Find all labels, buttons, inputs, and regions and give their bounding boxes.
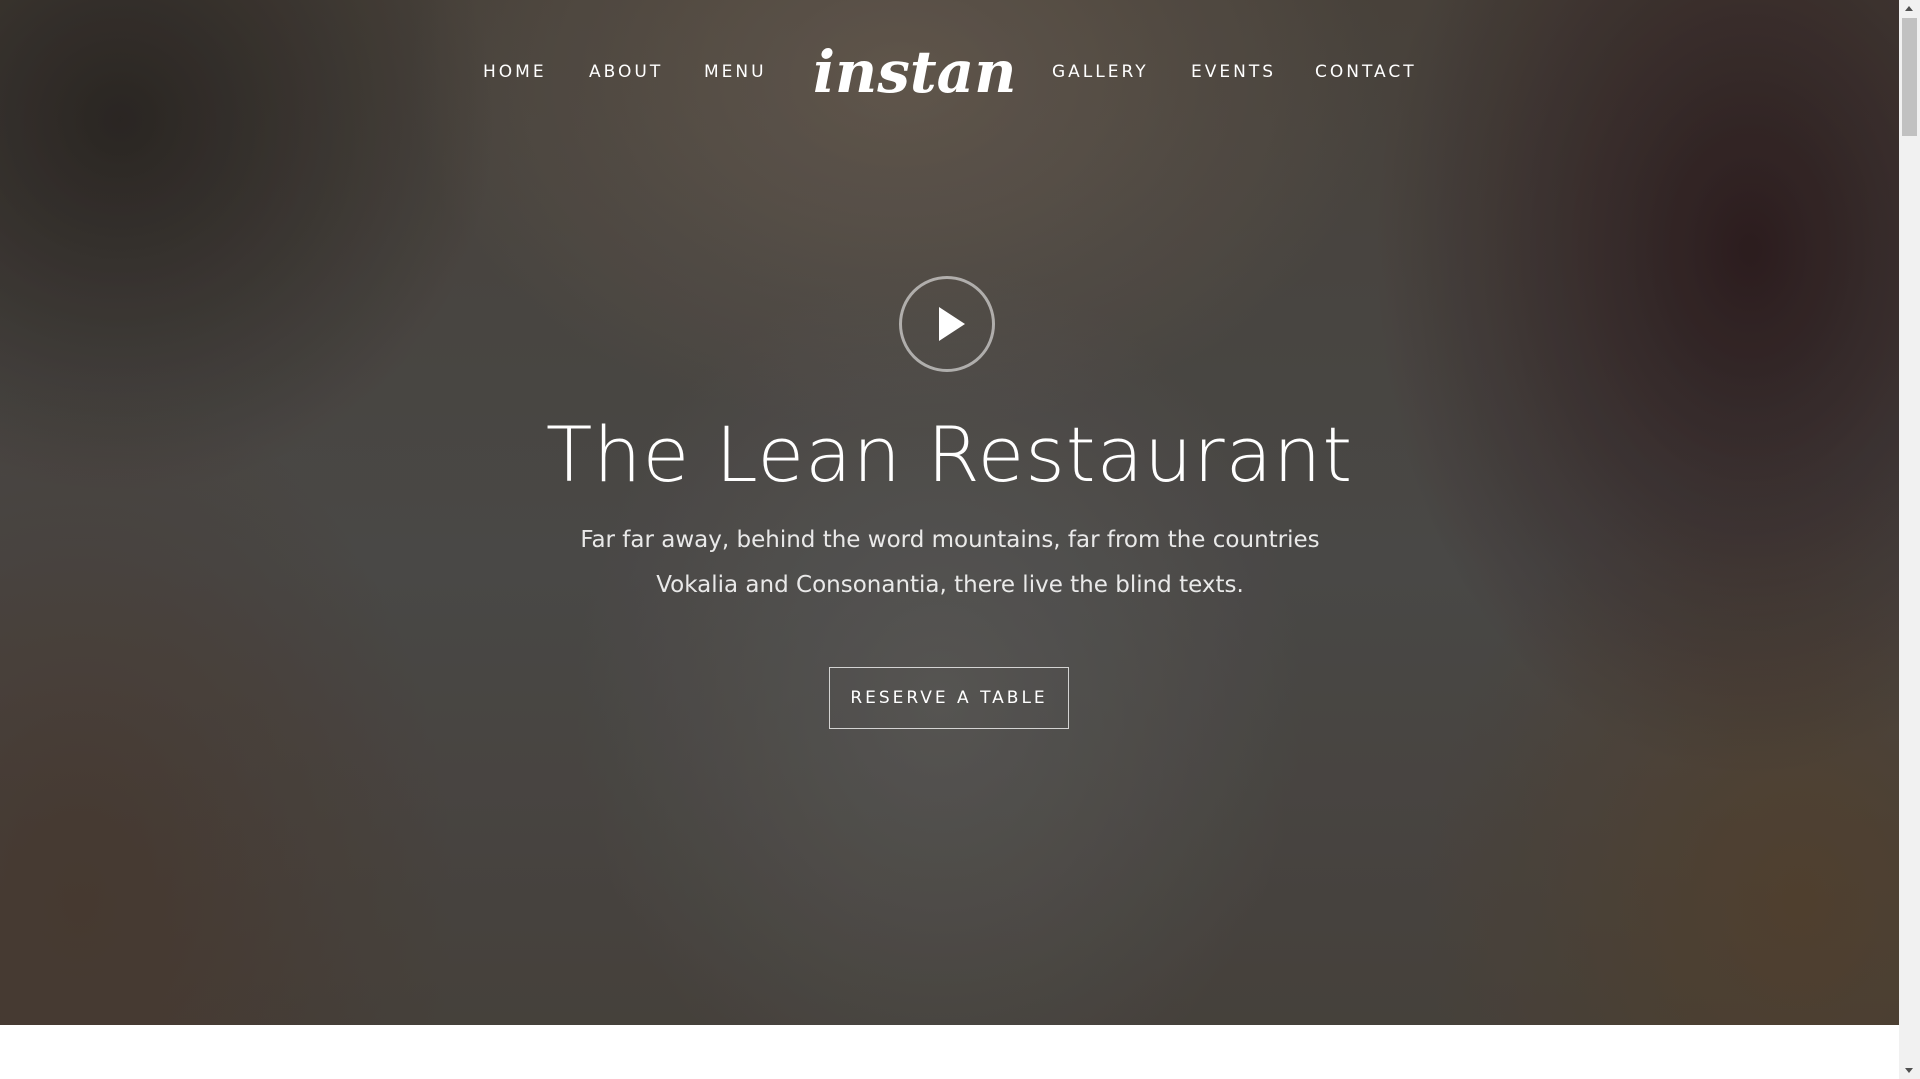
hero-section: HOME ABOUT MENU instant GALLERY EVENTS C… [0, 0, 1899, 1025]
nav-link-events[interactable]: EVENTS [1191, 62, 1276, 82]
nav-link-gallery[interactable]: GALLERY [1052, 62, 1149, 82]
nav-link-contact[interactable]: CONTACT [1315, 62, 1417, 82]
reserve-table-button[interactable]: RESERVE A TABLE [829, 667, 1069, 729]
scroll-up-arrow-icon[interactable] [1899, 0, 1920, 17]
logo-text: instant [813, 38, 1013, 106]
scroll-down-arrow-icon[interactable] [1899, 1062, 1920, 1079]
page: HOME ABOUT MENU instant GALLERY EVENTS C… [0, 0, 1920, 1079]
site-logo[interactable]: instant [807, 28, 1013, 118]
logo-wordmark: instant [813, 38, 1013, 106]
nav-link-menu[interactable]: MENU [704, 62, 767, 82]
nav-link-home[interactable]: HOME [483, 62, 547, 82]
content-section-top [0, 1025, 1899, 1079]
hero-overlay [0, 0, 1899, 1025]
hero-title: The Lean Restaurant [545, 410, 1354, 499]
scrollbar-thumb[interactable] [1902, 18, 1917, 136]
main-navigation: HOME ABOUT MENU instant GALLERY EVENTS C… [0, 0, 1899, 150]
play-icon [939, 307, 965, 341]
hero-subtitle: Far far away, behind the word mountains,… [580, 527, 1320, 598]
nav-link-about[interactable]: ABOUT [589, 62, 663, 82]
vertical-scrollbar[interactable] [1899, 0, 1920, 1079]
play-video-button[interactable] [899, 276, 995, 372]
